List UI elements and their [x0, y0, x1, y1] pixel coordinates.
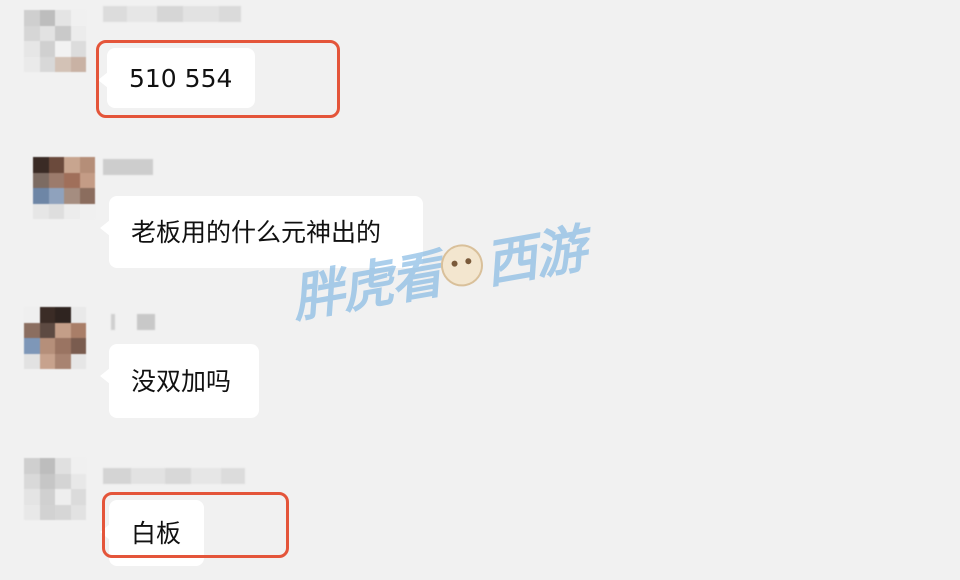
sender-name-2 [103, 159, 153, 175]
message-text-2: 老板用的什么元神出的 [131, 217, 382, 247]
highlight-box-4 [102, 492, 289, 558]
sender-name-3 [111, 314, 155, 330]
sender-avatar-1[interactable] [24, 10, 86, 72]
message-bubble-3[interactable]: 没双加吗 [100, 344, 259, 418]
sender-avatar-2[interactable] [33, 157, 95, 219]
watermark-text-right: 西游 [480, 219, 590, 296]
tiger-face-icon [437, 240, 487, 290]
highlight-box-1 [96, 40, 340, 118]
sender-avatar-4[interactable] [24, 458, 86, 520]
sender-name-1 [103, 6, 241, 22]
sender-avatar-3[interactable] [24, 307, 86, 369]
sender-name-4 [103, 468, 245, 484]
message-text-3: 没双加吗 [131, 366, 232, 396]
